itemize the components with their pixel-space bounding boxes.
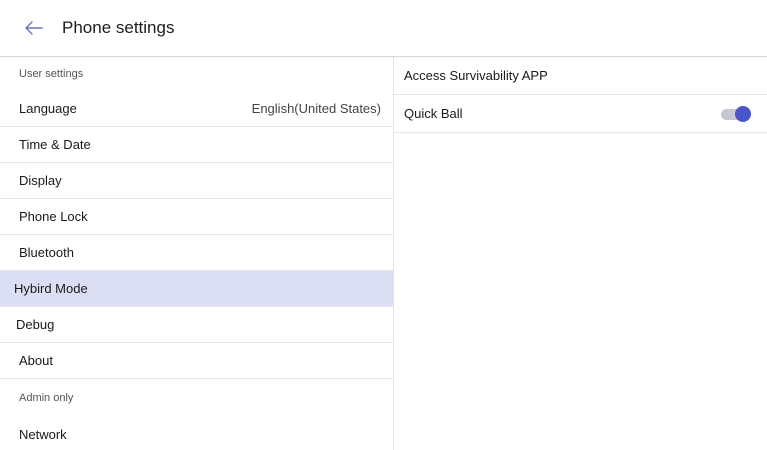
- quick-ball-row: Quick Ball: [394, 95, 767, 133]
- sidebar-item-label: Debug: [16, 317, 55, 332]
- sidebar-item-label: Bluetooth: [19, 245, 74, 260]
- sidebar-item-time-date[interactable]: Time & Date: [0, 127, 393, 163]
- toggle-thumb: [735, 105, 751, 122]
- section-header-admin-only: Admin only: [19, 391, 74, 404]
- page-title: Phone settings: [62, 18, 175, 37]
- sidebar-item-label: Network: [19, 426, 67, 442]
- sidebar-item-hybird-mode[interactable]: Hybird Mode: [0, 271, 393, 307]
- sidebar-item-about[interactable]: About: [0, 343, 393, 379]
- settings-sidebar: User settings Language English(United St…: [0, 57, 394, 450]
- sidebar-item-label: Time & Date: [19, 137, 91, 152]
- detail-panel: Access Survivability APP Quick Ball: [394, 57, 767, 450]
- sidebar-item-label: Language: [19, 101, 77, 116]
- quick-ball-toggle[interactable]: [719, 105, 751, 123]
- sidebar-item-label: Phone Lock: [19, 209, 88, 224]
- back-button[interactable]: [16, 10, 52, 46]
- sidebar-item-language[interactable]: Language English(United States): [0, 91, 393, 127]
- sidebar-item-label: About: [19, 353, 53, 368]
- sidebar-item-debug[interactable]: Debug: [0, 307, 393, 343]
- arrow-left-icon: [25, 21, 43, 35]
- row-label: Access Survivability APP: [404, 68, 548, 83]
- language-value: English(United States): [251, 101, 381, 116]
- sidebar-item-bluetooth[interactable]: Bluetooth: [0, 235, 393, 271]
- row-label: Quick Ball: [404, 106, 463, 121]
- section-header-user-settings: User settings: [19, 68, 84, 80]
- access-survivability-app-row[interactable]: Access Survivability APP: [394, 57, 767, 95]
- sidebar-item-network[interactable]: Network: [0, 416, 393, 450]
- app-header: Phone settings: [0, 0, 767, 57]
- sidebar-item-display[interactable]: Display: [0, 163, 393, 199]
- sidebar-item-label: Hybird Mode: [14, 281, 88, 296]
- sidebar-item-label: Display: [19, 173, 62, 188]
- sidebar-item-phone-lock[interactable]: Phone Lock: [0, 199, 393, 235]
